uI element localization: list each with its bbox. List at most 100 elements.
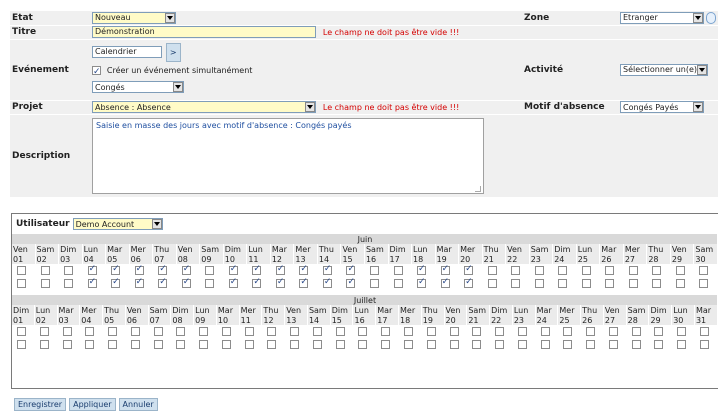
- day-checkbox[interactable]: [221, 327, 231, 336]
- day-checkbox[interactable]: [540, 327, 550, 336]
- activite-select[interactable]: Sélectionner un(e): [620, 63, 708, 76]
- day-checkbox[interactable]: [346, 264, 356, 275]
- day-checkbox[interactable]: [153, 340, 163, 349]
- resize-grip-icon[interactable]: [475, 185, 481, 192]
- day-checkbox[interactable]: [404, 327, 414, 336]
- day-checkbox[interactable]: [393, 279, 403, 288]
- day-checkbox[interactable]: [17, 327, 26, 336]
- day-checkbox[interactable]: [134, 277, 144, 288]
- day-checkbox[interactable]: [299, 277, 309, 288]
- day-checkbox[interactable]: [464, 277, 474, 288]
- day-checkbox[interactable]: [267, 327, 277, 336]
- day-checkbox[interactable]: [267, 340, 277, 349]
- day-checkbox[interactable]: [699, 327, 709, 336]
- cancel-button[interactable]: Annuler: [118, 398, 158, 411]
- day-checkbox[interactable]: [654, 340, 664, 349]
- day-checkbox[interactable]: [675, 279, 685, 288]
- day-checkbox[interactable]: [87, 277, 97, 288]
- day-checkbox[interactable]: [608, 327, 618, 336]
- day-checkbox[interactable]: [449, 327, 459, 336]
- calendar-input[interactable]: Calendrier: [92, 46, 162, 58]
- day-checkbox[interactable]: [699, 266, 709, 275]
- day-checkbox[interactable]: [558, 266, 568, 275]
- day-checkbox[interactable]: [563, 327, 573, 336]
- day-checkbox[interactable]: [158, 277, 168, 288]
- day-checkbox[interactable]: [199, 340, 209, 349]
- day-checkbox[interactable]: [64, 266, 74, 275]
- day-checkbox[interactable]: [181, 277, 191, 288]
- map-icon[interactable]: [706, 11, 716, 24]
- day-checkbox[interactable]: [381, 327, 391, 336]
- day-checkbox[interactable]: [381, 340, 391, 349]
- description-textarea[interactable]: Saisie en masse des jours avec motif d'a…: [92, 117, 484, 194]
- day-checkbox[interactable]: [205, 279, 215, 288]
- day-checkbox[interactable]: [417, 264, 427, 275]
- day-checkbox[interactable]: [586, 340, 596, 349]
- day-checkbox[interactable]: [275, 277, 285, 288]
- day-checkbox[interactable]: [581, 279, 591, 288]
- day-checkbox[interactable]: [558, 279, 568, 288]
- day-checkbox[interactable]: [275, 264, 285, 275]
- day-checkbox[interactable]: [290, 327, 300, 336]
- day-checkbox[interactable]: [40, 279, 50, 288]
- day-checkbox[interactable]: [517, 340, 527, 349]
- day-checkbox[interactable]: [17, 266, 26, 275]
- day-checkbox[interactable]: [358, 327, 368, 336]
- day-checkbox[interactable]: [322, 264, 332, 275]
- day-checkbox[interactable]: [252, 277, 262, 288]
- day-checkbox[interactable]: [563, 340, 573, 349]
- day-checkbox[interactable]: [677, 327, 687, 336]
- day-checkbox[interactable]: [228, 264, 238, 275]
- day-checkbox[interactable]: [608, 340, 618, 349]
- day-checkbox[interactable]: [299, 264, 309, 275]
- day-checkbox[interactable]: [346, 277, 356, 288]
- day-checkbox[interactable]: [252, 264, 262, 275]
- titre-input[interactable]: Démonstration: [92, 26, 316, 38]
- day-checkbox[interactable]: [628, 279, 638, 288]
- apply-button[interactable]: Appliquer: [69, 398, 116, 411]
- day-checkbox[interactable]: [393, 266, 403, 275]
- day-checkbox[interactable]: [581, 266, 591, 275]
- day-checkbox[interactable]: [449, 340, 459, 349]
- day-checkbox[interactable]: [605, 279, 615, 288]
- day-checkbox[interactable]: [426, 327, 436, 336]
- day-checkbox[interactable]: [534, 279, 544, 288]
- day-checkbox[interactable]: [39, 327, 49, 336]
- day-checkbox[interactable]: [417, 277, 427, 288]
- etat-select[interactable]: Nouveau: [92, 11, 176, 24]
- day-checkbox[interactable]: [111, 277, 121, 288]
- day-checkbox[interactable]: [358, 340, 368, 349]
- day-checkbox[interactable]: [17, 340, 26, 349]
- day-checkbox[interactable]: [199, 327, 209, 336]
- day-checkbox[interactable]: [158, 264, 168, 275]
- day-checkbox[interactable]: [628, 266, 638, 275]
- day-checkbox[interactable]: [153, 327, 163, 336]
- day-checkbox[interactable]: [605, 266, 615, 275]
- day-checkbox[interactable]: [464, 264, 474, 275]
- day-checkbox[interactable]: [85, 327, 95, 336]
- day-checkbox[interactable]: [130, 327, 140, 336]
- day-checkbox[interactable]: [62, 327, 72, 336]
- day-checkbox[interactable]: [586, 327, 596, 336]
- day-checkbox[interactable]: [495, 340, 505, 349]
- day-checkbox[interactable]: [517, 327, 527, 336]
- day-checkbox[interactable]: [654, 327, 664, 336]
- create-event-checkbox[interactable]: [92, 64, 101, 81]
- day-checkbox[interactable]: [205, 266, 215, 275]
- day-checkbox[interactable]: [699, 340, 709, 349]
- event-type-select[interactable]: Congés: [92, 81, 184, 93]
- day-checkbox[interactable]: [369, 266, 379, 275]
- day-checkbox[interactable]: [244, 327, 254, 336]
- day-checkbox[interactable]: [472, 340, 482, 349]
- projet-select[interactable]: Absence : Absence: [92, 101, 316, 113]
- day-checkbox[interactable]: [221, 340, 231, 349]
- day-checkbox[interactable]: [472, 327, 482, 336]
- day-checkbox[interactable]: [487, 266, 497, 275]
- day-checkbox[interactable]: [64, 279, 74, 288]
- day-checkbox[interactable]: [440, 264, 450, 275]
- day-checkbox[interactable]: [540, 340, 550, 349]
- day-checkbox[interactable]: [631, 340, 641, 349]
- save-button[interactable]: Enregistrer: [14, 398, 67, 411]
- day-checkbox[interactable]: [699, 279, 709, 288]
- day-checkbox[interactable]: [652, 279, 662, 288]
